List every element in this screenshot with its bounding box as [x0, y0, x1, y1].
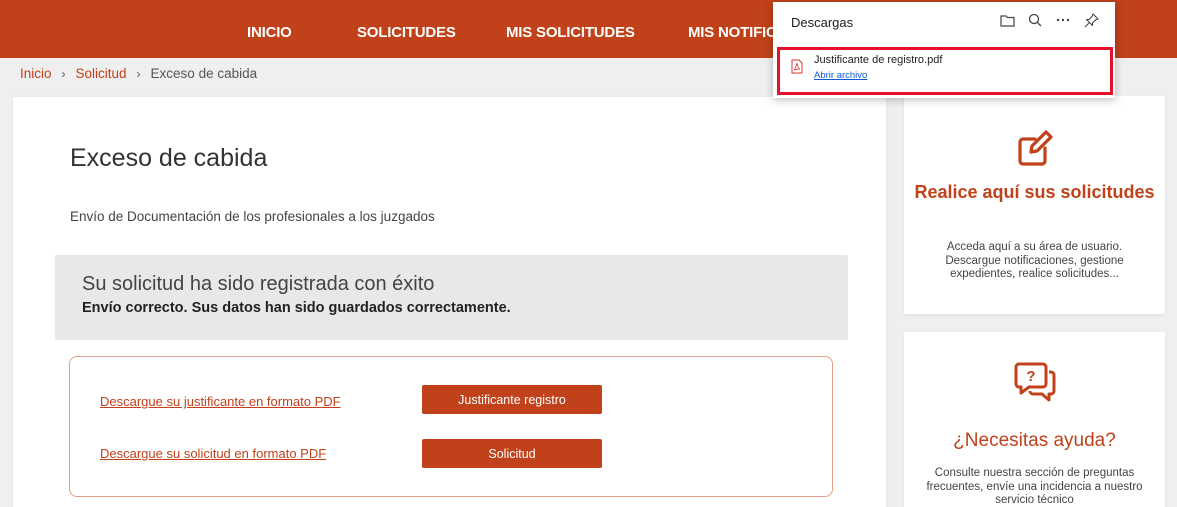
help-card-text: Consulte nuestra sección de preguntas fr… — [926, 467, 1143, 506]
pin-icon[interactable] — [1083, 12, 1099, 28]
breadcrumb-solicitud[interactable]: Solicitud — [76, 66, 127, 81]
nav-mis-notificaciones[interactable]: MIS NOTIFIC — [688, 24, 777, 41]
downloads-panel: Descargas Justificante de registro.pdf A… — [773, 2, 1115, 98]
solicitud-button[interactable]: Solicitud — [422, 439, 602, 468]
breadcrumb-home[interactable]: Inicio — [20, 66, 52, 81]
download-box: Descargue su justificante en formato PDF… — [69, 356, 833, 497]
breadcrumb-separator: › — [136, 67, 141, 81]
page-subtitle: Envío de Documentación de los profesiona… — [70, 209, 435, 224]
page-title: Exceso de cabida — [70, 144, 268, 172]
success-title: Su solicitud ha sido registrada con éxit… — [82, 273, 435, 295]
open-file-link[interactable]: Abrir archivo — [814, 70, 867, 81]
breadcrumb-separator: › — [61, 67, 66, 81]
help-card-title: ¿Necesitas ayuda? — [953, 430, 1116, 451]
download-file-name: Justificante de registro.pdf — [814, 54, 943, 66]
help-card[interactable]: ? ¿Necesitas ayuda? Consulte nuestra sec… — [904, 332, 1165, 507]
downloads-panel-title: Descargas — [791, 15, 854, 30]
download-justificante-link[interactable]: Descargue su justificante en formato PDF — [100, 394, 341, 409]
success-text: Envío correcto. Sus datos han sido guard… — [82, 300, 511, 316]
svg-text:?: ? — [1026, 368, 1035, 385]
more-icon[interactable] — [1055, 12, 1071, 28]
nav-inicio[interactable]: INICIO — [247, 24, 292, 41]
edit-icon — [904, 128, 1165, 168]
nav-solicitudes[interactable]: SOLICITUDES — [357, 24, 456, 41]
breadcrumb: Inicio › Solicitud › Exceso de cabida — [20, 66, 257, 81]
main-card: Exceso de cabida Envío de Documentación … — [13, 97, 886, 507]
help-chat-icon: ? — [904, 360, 1165, 406]
success-message-box: Su solicitud ha sido registrada con éxit… — [55, 255, 848, 340]
justificante-registro-button[interactable]: Justificante registro — [422, 385, 602, 414]
breadcrumb-current: Exceso de cabida — [150, 66, 258, 81]
download-item[interactable]: Justificante de registro.pdf Abrir archi… — [777, 47, 1113, 95]
requests-card-text: Acceda aquí a su área de usuario. Descar… — [945, 241, 1124, 280]
pdf-file-icon — [791, 59, 803, 79]
requests-card[interactable]: Realice aquí sus solicitudes Acceda aquí… — [904, 96, 1165, 314]
download-solicitud-link[interactable]: Descargue su solicitud en formato PDF — [100, 446, 326, 461]
search-icon[interactable] — [1027, 12, 1043, 28]
requests-card-title: Realice aquí sus solicitudes — [914, 182, 1155, 202]
nav-mis-solicitudes[interactable]: MIS SOLICITUDES — [506, 24, 635, 41]
folder-icon[interactable] — [999, 12, 1015, 28]
downloads-panel-toolbar — [999, 12, 1099, 28]
